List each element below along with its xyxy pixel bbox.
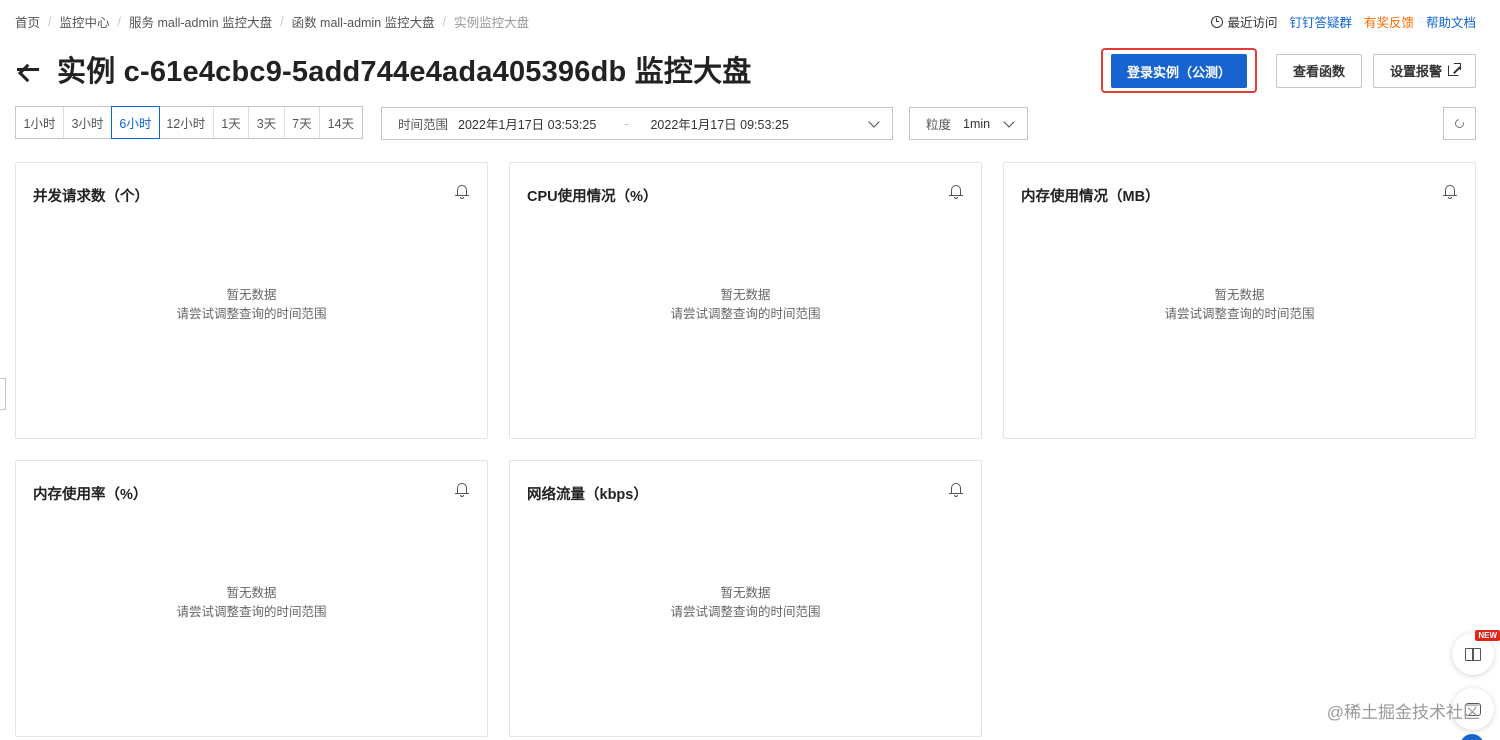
empty-title: 暂无数据 (720, 288, 771, 302)
breadcrumb-separator: / (442, 14, 447, 29)
empty-hint: 请尝试调整查询的时间范围 (176, 307, 327, 321)
highlight-box: 登录实例（公测） (1100, 48, 1257, 93)
breadcrumb-home[interactable]: 首页 (15, 12, 40, 31)
empty-state: 暂无数据 请尝试调整查询的时间范围 (16, 584, 487, 622)
feedback-link[interactable]: 有奖反馈 (1364, 12, 1414, 31)
empty-hint: 请尝试调整查询的时间范围 (176, 605, 327, 619)
empty-state: 暂无数据 请尝试调整查询的时间范围 (16, 286, 487, 324)
top-links: 最近访问 钉钉答疑群 有奖反馈 帮助文档 (1199, 12, 1476, 31)
card-title: 内存使用情况（MB） (1021, 189, 1160, 205)
breadcrumb-separator: / (117, 14, 121, 29)
header-actions: 登录实例（公测） 查看函数 设置报警 (1100, 48, 1476, 93)
card-title: 网络流量（kbps） (527, 487, 648, 503)
breadcrumb: 首页 / 监控中心 / 服务 mall-admin 监控大盘 / 函数 mall… (15, 12, 529, 31)
start-time: 2022年1月17日 03:53:25 (458, 118, 597, 132)
clock-icon (1211, 15, 1224, 28)
granularity-select[interactable]: 粒度 1min (909, 107, 1028, 140)
sidebar-toggle-handle[interactable] (0, 378, 6, 410)
dingtalk-group-link[interactable]: 钉钉答疑群 (1289, 12, 1352, 31)
empty-state: 暂无数据 请尝试调整查询的时间范围 (510, 286, 981, 324)
help-docs-link[interactable]: 帮助文档 (1426, 12, 1476, 31)
empty-hint: 请尝试调整查询的时间范围 (670, 307, 821, 321)
bell-icon[interactable] (455, 184, 469, 200)
end-time: 2022年1月17日 09:53:25 (650, 118, 789, 132)
chart-card-cpu-usage: CPU使用情况（%） 暂无数据 请尝试调整查询的时间范围 (509, 162, 982, 439)
assistant-float-button[interactable] (1460, 734, 1484, 740)
empty-state: 暂无数据 请尝试调整查询的时间范围 (510, 584, 981, 622)
chart-card-concurrent-requests: 并发请求数（个） 暂无数据 请尝试调整查询的时间范围 (15, 162, 488, 439)
set-alarm-button[interactable]: 设置报警 (1372, 53, 1476, 88)
watermark: @稀土掘金技术社区 (1326, 703, 1480, 722)
card-title: 并发请求数（个） (33, 189, 149, 205)
range-3d[interactable]: 3天 (249, 107, 285, 138)
empty-title: 暂无数据 (226, 586, 277, 600)
range-1d[interactable]: 1天 (213, 107, 250, 138)
breadcrumb-function-dashboard[interactable]: 函数 mall-admin 监控大盘 (292, 12, 435, 31)
breadcrumb-separator: / (280, 14, 284, 29)
breadcrumb-current: 实例监控大盘 (454, 16, 530, 30)
external-link-icon (1448, 63, 1461, 76)
bell-icon[interactable] (949, 482, 963, 498)
refresh-icon (1453, 117, 1466, 130)
empty-hint: 请尝试调整查询的时间范围 (1164, 307, 1315, 321)
empty-state: 暂无数据 请尝试调整查询的时间范围 (1004, 286, 1475, 324)
login-instance-button[interactable]: 登录实例（公测） (1110, 54, 1247, 88)
bell-icon[interactable] (1443, 184, 1457, 200)
card-title: 内存使用率（%） (33, 487, 148, 503)
book-icon (1465, 647, 1481, 661)
empty-title: 暂无数据 (226, 288, 277, 302)
refresh-button[interactable] (1443, 107, 1476, 140)
empty-hint: 请尝试调整查询的时间范围 (670, 605, 821, 619)
chart-card-memory-usage: 内存使用情况（MB） 暂无数据 请尝试调整查询的时间范围 (1003, 162, 1476, 439)
granularity-value: 1min (963, 116, 991, 131)
breadcrumb-separator: / (48, 14, 52, 29)
chart-card-network-traffic: 网络流量（kbps） 暂无数据 请尝试调整查询的时间范围 (509, 460, 982, 737)
time-range-picker[interactable]: 时间范围 2022年1月17日 03:53:25 - 2022年1月17日 09… (381, 107, 893, 140)
empty-title: 暂无数据 (720, 586, 771, 600)
new-badge: NEW (1475, 630, 1500, 641)
page-header: 实例 c-61e4cbc9-5add744e4ada405396db 监控大盘 (15, 48, 751, 90)
chevron-down-icon (868, 116, 880, 128)
chart-card-memory-rate: 内存使用率（%） 暂无数据 请尝试调整查询的时间范围 (15, 460, 488, 737)
time-range-label: 时间范围 (398, 118, 449, 132)
card-title: CPU使用情况（%） (527, 189, 658, 205)
range-1h[interactable]: 1小时 (16, 107, 64, 138)
view-function-button[interactable]: 查看函数 (1275, 53, 1362, 88)
range-14d[interactable]: 14天 (320, 107, 362, 138)
bell-icon[interactable] (455, 482, 469, 498)
range-separator: - (624, 116, 629, 131)
recent-visits-label: 最近访问 (1227, 16, 1278, 30)
range-7d[interactable]: 7天 (284, 107, 321, 138)
range-3h[interactable]: 3小时 (63, 107, 112, 138)
breadcrumb-monitor-center[interactable]: 监控中心 (60, 12, 110, 31)
bell-icon[interactable] (949, 184, 963, 200)
time-range-group: 1小时 3小时 6小时 12小时 1天 3天 7天 14天 (15, 106, 363, 139)
range-6h[interactable]: 6小时 (110, 106, 160, 139)
breadcrumb-service-dashboard[interactable]: 服务 mall-admin 监控大盘 (129, 12, 272, 31)
empty-title: 暂无数据 (1214, 288, 1265, 302)
page-title: 实例 c-61e4cbc9-5add744e4ada405396db 监控大盘 (57, 56, 752, 88)
chevron-down-icon (1003, 116, 1015, 128)
back-arrow-icon[interactable] (15, 58, 41, 83)
set-alarm-label: 设置报警 (1389, 64, 1442, 79)
granularity-label: 粒度 (926, 118, 952, 132)
recent-visits-link[interactable]: 最近访问 (1211, 12, 1277, 31)
range-12h[interactable]: 12小时 (158, 107, 214, 138)
